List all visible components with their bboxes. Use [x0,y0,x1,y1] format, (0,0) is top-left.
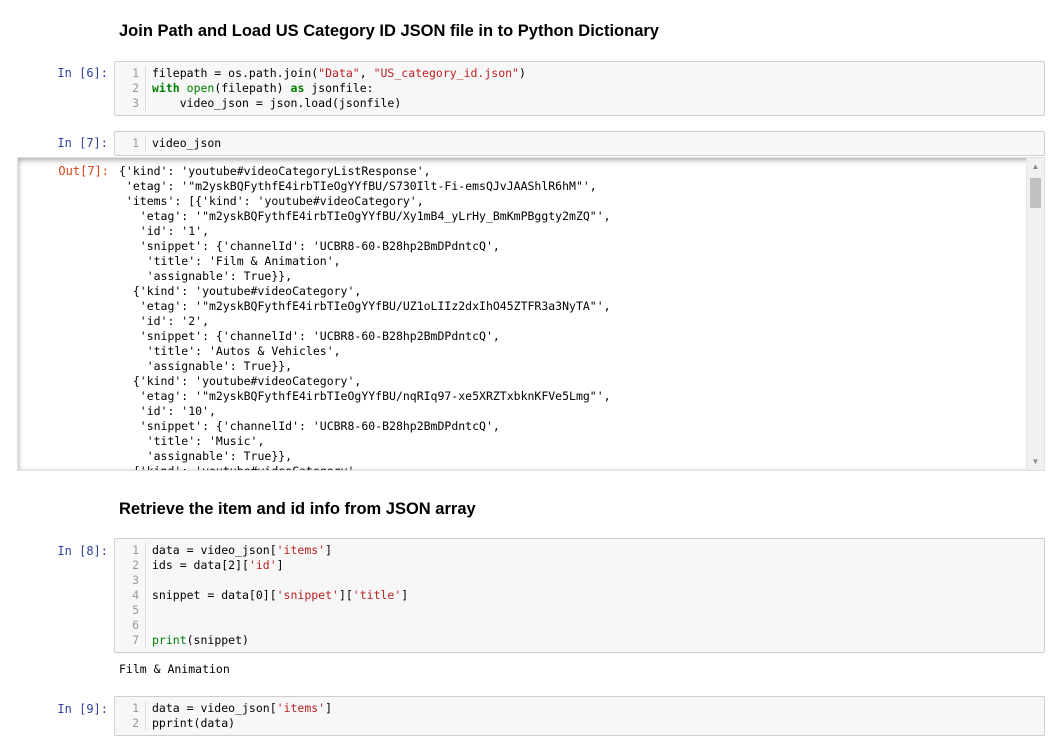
line-number: 5 [115,603,146,618]
code-text: video_json [152,136,222,150]
line-number: 2 [115,81,146,96]
scroll-down-arrow-icon[interactable]: ▼ [1027,453,1044,470]
vertical-scrollbar[interactable]: ▲ ▼ [1026,158,1044,470]
json-output-text: {'kind': 'youtube#videoCategoryListRespo… [119,164,611,471]
markdown-heading: Retrieve the item and id info from JSON … [119,500,476,518]
output-prompt: Out[7]: [58,164,109,178]
code-text: print(snippet) [152,633,249,647]
code-line: 2 pprint(data) [115,716,1044,731]
input-prompt: In [8]: [57,544,108,558]
line-number: 2 [115,716,146,731]
print-output: Film & Animation [119,662,230,676]
line-number: 6 [115,618,146,633]
code-text: data = video_json['items'] [152,543,333,557]
code-line: 2 with open(filepath) as jsonfile: [115,81,1044,96]
code-cell-6[interactable]: 1 filepath = os.path.join("Data", "US_cat… [114,61,1045,116]
code-line: 4 snippet = data[0]['snippet']['title'] [115,588,1044,603]
line-number: 2 [115,558,146,573]
code-cell-9[interactable]: 1 data = video_json['items'] 2 pprint(data… [114,696,1045,736]
code-line: 1 data = video_json['items'] [115,701,1044,716]
code-line: 1 data = video_json['items'] [115,543,1044,558]
line-number: 1 [115,66,146,81]
code-text: with open(filepath) as jsonfile: [152,81,374,95]
code-line: 3 [115,573,1044,588]
code-cell-7[interactable]: 1 video_json [114,131,1045,156]
code-line: 5 [115,603,1044,618]
line-number: 3 [115,96,146,111]
code-line: 3 video_json = json.load(jsonfile) [115,96,1044,111]
line-number: 1 [115,136,146,151]
code-text: filepath = os.path.join("Data", "US_cate… [152,66,526,80]
code-line: 1 filepath = os.path.join("Data", "US_cat… [115,66,1044,81]
line-number: 1 [115,543,146,558]
input-prompt: In [7]: [57,136,108,150]
code-text: ids = data[2]['id'] [152,558,284,572]
code-text: data = video_json['items'] [152,701,333,715]
input-prompt: In [9]: [57,702,108,716]
line-number: 3 [115,573,146,588]
code-line: 1 video_json [115,136,1044,151]
scrollbar-thumb[interactable] [1030,178,1041,208]
code-line: 6 [115,618,1044,633]
code-cell-8[interactable]: 1 data = video_json['items'] 2 ids = data[… [114,538,1045,653]
markdown-heading: Join Path and Load US Category ID JSON f… [119,22,659,40]
scrolled-output-area[interactable]: Out[7]: {'kind': 'youtube#videoCategoryL… [17,157,1045,471]
scroll-up-arrow-icon[interactable]: ▲ [1027,158,1044,175]
code-line: 2 ids = data[2]['id'] [115,558,1044,573]
code-text: pprint(data) [152,716,236,730]
line-number: 4 [115,588,146,603]
code-text: snippet = data[0]['snippet']['title'] [152,588,409,602]
line-number: 7 [115,633,146,648]
line-number: 1 [115,701,146,716]
code-text: video_json = json.load(jsonfile) [152,96,402,110]
input-prompt: In [6]: [57,66,108,80]
code-line: 7 print(snippet) [115,633,1044,648]
